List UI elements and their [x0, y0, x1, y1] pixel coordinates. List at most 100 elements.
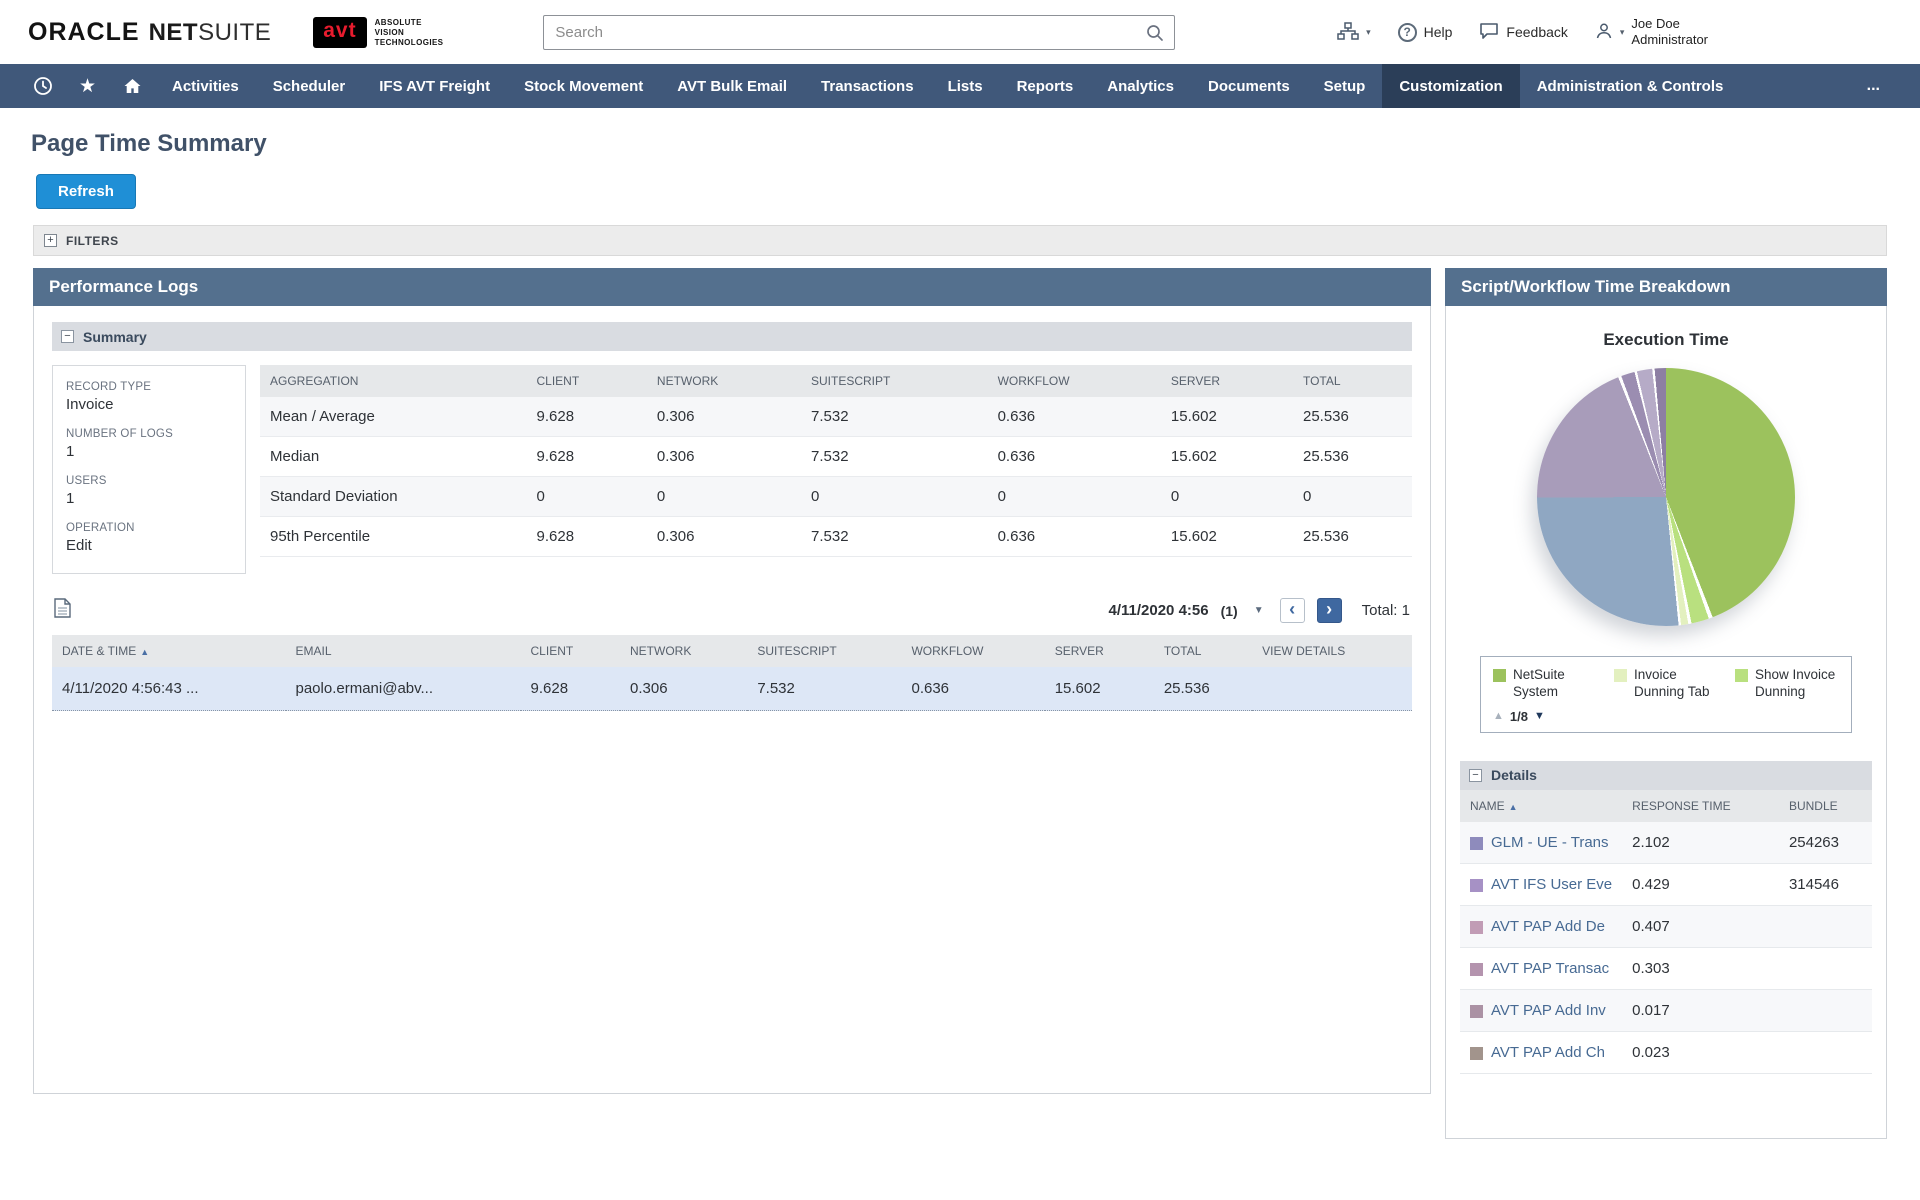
script-name-cell: AVT PAP Add Ch	[1470, 1044, 1612, 1061]
global-search	[543, 15, 1175, 50]
help-button[interactable]: Help	[1398, 23, 1453, 42]
client-cell: 9.628	[527, 517, 647, 557]
page-title: Page Time Summary	[31, 130, 1920, 158]
info-label: USERS	[66, 475, 232, 487]
content: Performance Logs Summary RECORD TYPE Inv…	[33, 268, 1887, 1139]
column-header[interactable]: TOTAL	[1293, 365, 1412, 397]
nav-item[interactable]: Setup	[1307, 64, 1383, 108]
column-header[interactable]: SERVER	[1045, 635, 1154, 667]
total-cell: 0	[1293, 477, 1412, 517]
script-link[interactable]: AVT PAP Add Inv	[1491, 1002, 1606, 1019]
list-icon[interactable]	[54, 598, 71, 623]
execution-time-pie[interactable]	[1537, 368, 1795, 626]
next-page-button[interactable]: ›	[1317, 598, 1342, 623]
date-range-selector[interactable]: 4/11/2020 4:56	[1109, 602, 1209, 619]
column-header[interactable]: CLIENT	[527, 365, 647, 397]
script-link[interactable]: AVT PAP Transac	[1491, 960, 1609, 977]
view-details-cell[interactable]	[1252, 667, 1412, 711]
column-header[interactable]: WORKFLOW	[988, 365, 1161, 397]
legend-item: Invoice Dunning Tab	[1614, 667, 1718, 701]
nav-item[interactable]: Lists	[931, 64, 1000, 108]
server-cell: 15.602	[1161, 397, 1293, 437]
nav-item[interactable]: Transactions	[804, 64, 931, 108]
log-table-header-row: DATE & TIME▲EMAILCLIENTNETWORKSUITESCRIP…	[52, 635, 1412, 667]
script-link[interactable]: GLM - UE - Trans	[1491, 834, 1609, 851]
column-header[interactable]: NAME▲	[1460, 790, 1622, 822]
refresh-button[interactable]: Refresh	[36, 174, 136, 209]
column-header[interactable]: EMAIL	[286, 635, 521, 667]
roles-menu[interactable]: ▾	[1337, 22, 1371, 43]
collapse-details-icon[interactable]	[1469, 769, 1482, 782]
legend-page-down-icon[interactable]: ▼	[1534, 710, 1545, 722]
series-color-swatch	[1470, 921, 1483, 934]
search-icon[interactable]	[1145, 23, 1165, 48]
script-link[interactable]: AVT IFS User Eve	[1491, 876, 1612, 893]
shortcuts-star-icon[interactable]	[65, 64, 110, 108]
nav-item[interactable]: IFS AVT Freight	[362, 64, 507, 108]
chart-title: Execution Time	[1460, 330, 1872, 350]
nav-item[interactable]: Analytics	[1090, 64, 1191, 108]
log-row[interactable]: 4/11/2020 4:56:43 ... paolo.ermani@abv..…	[52, 667, 1412, 711]
details-row: AVT PAP Add Ch 0.023	[1460, 1031, 1872, 1073]
legend-item: Show Invoice Dunning	[1735, 667, 1839, 701]
column-header[interactable]: SERVER	[1161, 365, 1293, 397]
column-header[interactable]: DATE & TIME▲	[52, 635, 286, 667]
expand-filters-icon[interactable]	[44, 234, 57, 247]
performance-logs-body: Summary RECORD TYPE Invoice NUMBER OF LO…	[33, 306, 1431, 1094]
summary-section-bar: Summary	[52, 322, 1412, 351]
info-label: RECORD TYPE	[66, 381, 232, 393]
nav-item[interactable]: Scheduler	[256, 64, 363, 108]
date-cell: 4/11/2020 4:56:43 ...	[52, 667, 286, 711]
summary-title: Summary	[83, 329, 147, 345]
logo-net: NET	[149, 19, 199, 47]
dropdown-caret-icon[interactable]: ▼	[1254, 605, 1264, 616]
column-header[interactable]: RESPONSE TIME	[1622, 790, 1779, 822]
column-header[interactable]: BUNDLE	[1779, 790, 1872, 822]
column-header[interactable]: NETWORK	[620, 635, 747, 667]
column-header[interactable]: NETWORK	[647, 365, 801, 397]
nav-item[interactable]: Activities	[155, 64, 256, 108]
details-section-bar: Details	[1460, 761, 1872, 790]
script-name-cell: AVT PAP Add De	[1470, 918, 1612, 935]
filters-bar[interactable]: FILTERS	[33, 225, 1887, 256]
column-header[interactable]: CLIENT	[521, 635, 620, 667]
response-time-cell: 0.023	[1622, 1031, 1779, 1073]
nav-item[interactable]: Administration & Controls	[1520, 64, 1741, 108]
collapse-summary-icon[interactable]	[61, 330, 74, 343]
network-cell: 0.306	[647, 517, 801, 557]
user-menu[interactable]: ▾ Joe Doe Administrator	[1595, 16, 1708, 47]
previous-page-button[interactable]: ‹	[1280, 598, 1305, 623]
legend-label: NetSuite System	[1513, 667, 1597, 701]
details-table-body: GLM - UE - Trans 2.102 254263 AVT	[1460, 822, 1872, 1074]
home-icon[interactable]	[110, 64, 155, 108]
column-header[interactable]: WORKFLOW	[901, 635, 1044, 667]
script-link[interactable]: AVT PAP Add De	[1491, 918, 1605, 935]
legend-page-up-icon[interactable]: ▲	[1493, 710, 1504, 722]
bundle-cell	[1779, 1031, 1872, 1073]
network-cell: 0.306	[647, 397, 801, 437]
nav-item[interactable]: Stock Movement	[507, 64, 660, 108]
info-field: RECORD TYPE Invoice	[66, 381, 232, 413]
script-name-cell: AVT IFS User Eve	[1470, 876, 1612, 893]
log-table: DATE & TIME▲EMAILCLIENTNETWORKSUITESCRIP…	[52, 635, 1412, 711]
column-header[interactable]: TOTAL	[1154, 635, 1252, 667]
column-header[interactable]: SUITESCRIPT	[747, 635, 901, 667]
column-header[interactable]: VIEW DETAILS	[1252, 635, 1412, 667]
recent-records-icon[interactable]	[20, 64, 65, 108]
search-input[interactable]	[543, 15, 1175, 50]
page-count: (1)	[1221, 603, 1238, 619]
bundle-cell: 254263	[1779, 822, 1872, 864]
sort-arrow-icon: ▲	[140, 647, 149, 657]
nav-more-button[interactable]: ...	[1853, 64, 1894, 108]
aggregation-table-header-row: AGGREGATIONCLIENTNETWORKSUITESCRIPTWORKF…	[260, 365, 1412, 397]
details-title: Details	[1491, 767, 1537, 783]
column-header[interactable]: AGGREGATION	[260, 365, 527, 397]
column-header[interactable]: SUITESCRIPT	[801, 365, 988, 397]
nav-item[interactable]: Customization	[1382, 64, 1519, 108]
nav-item[interactable]: Documents	[1191, 64, 1307, 108]
feedback-button[interactable]: Feedback	[1479, 22, 1567, 43]
nav-item[interactable]: AVT Bulk Email	[660, 64, 804, 108]
user-info: Joe Doe Administrator	[1631, 16, 1708, 47]
script-link[interactable]: AVT PAP Add Ch	[1491, 1044, 1605, 1061]
nav-item[interactable]: Reports	[1000, 64, 1091, 108]
